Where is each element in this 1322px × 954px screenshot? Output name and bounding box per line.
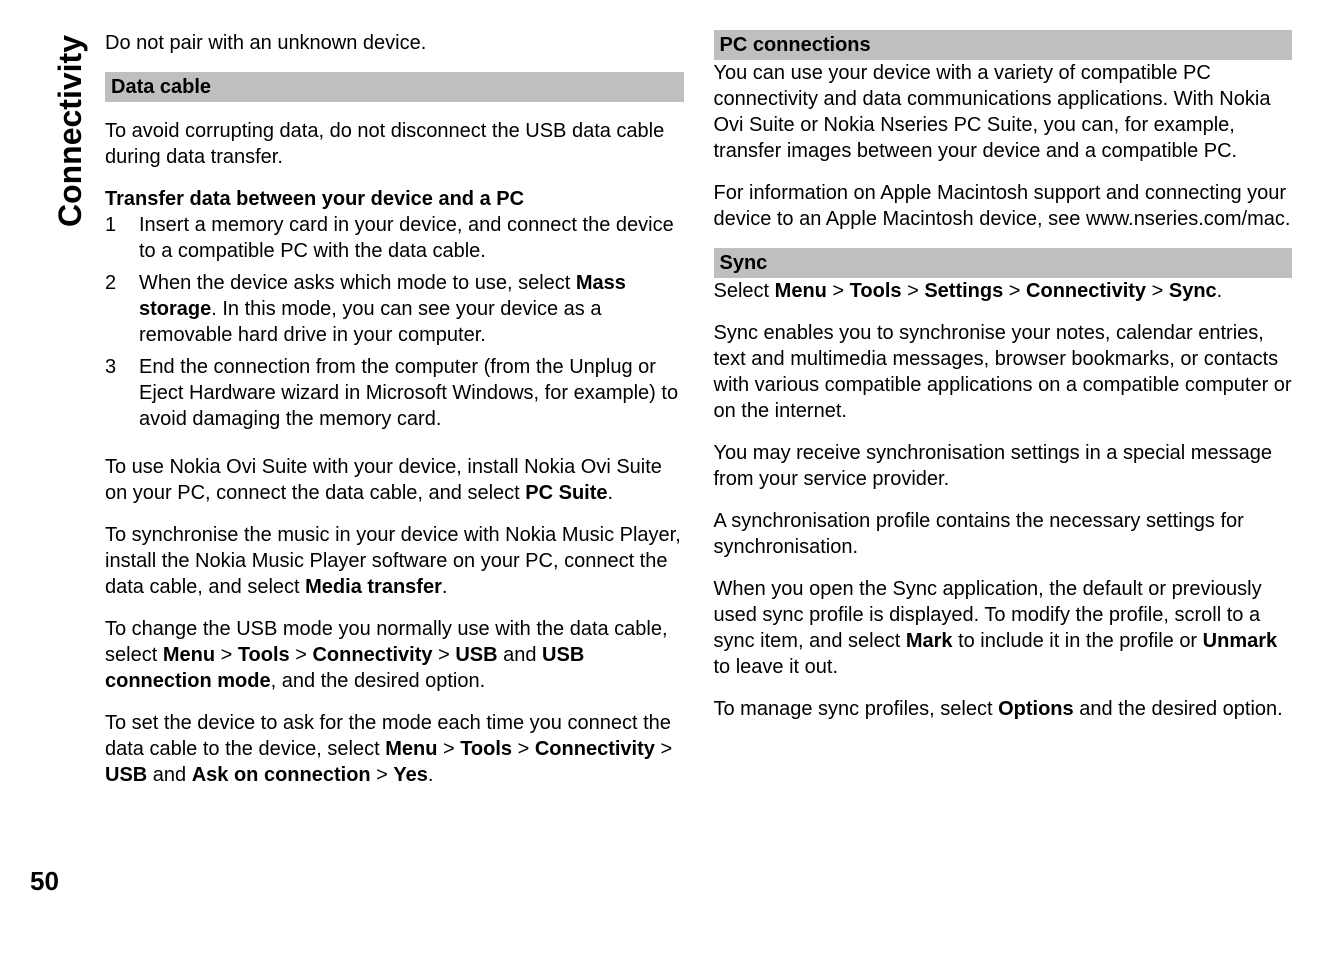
text-fragment: > (655, 738, 672, 760)
bold-term: Sync (1169, 280, 1217, 302)
sync-p5: When you open the Sync application, the … (714, 576, 1293, 680)
step-item: 2 When the device asks which mode to use… (105, 270, 684, 348)
pc-connections-p1: You can use your device with a variety o… (714, 60, 1293, 164)
step-number: 1 (105, 212, 119, 264)
text-fragment: > (1146, 280, 1169, 302)
data-cable-p5: To set the device to ask for the mode ea… (105, 710, 684, 788)
section-side-label-text: Connectivity (50, 35, 92, 227)
bold-term: Settings (924, 280, 1003, 302)
page-number: 50 (30, 865, 59, 899)
bold-term: Ask on connection (192, 764, 371, 786)
text-fragment: > (512, 738, 535, 760)
heading-data-cable: Data cable (105, 72, 684, 102)
text-fragment: > (215, 644, 238, 666)
text-fragment: > (371, 764, 394, 786)
text-fragment: > (827, 280, 850, 302)
bold-term: Unmark (1203, 630, 1277, 652)
bold-term: Connectivity (312, 644, 432, 666)
bold-term: Tools (850, 280, 902, 302)
bold-term: Menu (163, 644, 215, 666)
step-number: 2 (105, 270, 119, 348)
steps-list: 1 Insert a memory card in your device, a… (105, 212, 684, 432)
sync-p4: A synchronisation profile contains the n… (714, 508, 1293, 560)
text-fragment: and (498, 644, 542, 666)
text-fragment: > (290, 644, 313, 666)
data-cable-p4: To change the USB mode you normally use … (105, 616, 684, 694)
step-item: 1 Insert a memory card in your device, a… (105, 212, 684, 264)
step-text: When the device asks which mode to use, … (139, 270, 684, 348)
data-cable-p2: To use Nokia Ovi Suite with your device,… (105, 454, 684, 506)
bold-term: Media transfer (305, 576, 442, 598)
intro-text: Do not pair with an unknown device. (105, 30, 684, 56)
bold-term: PC Suite (525, 482, 607, 504)
sync-p6: To manage sync profiles, select Options … (714, 696, 1293, 722)
sync-p1: Select Menu > Tools > Settings > Connect… (714, 278, 1293, 304)
text-fragment: > (433, 644, 456, 666)
sync-p3: You may receive synchronisation settings… (714, 440, 1293, 492)
text-fragment: to leave it out. (714, 656, 839, 678)
bold-term: Yes (393, 764, 427, 786)
text-fragment: , and the desired option. (271, 670, 486, 692)
heading-pc-connections: PC connections (714, 30, 1293, 60)
sub-heading-transfer: Transfer data between your device and a … (105, 186, 684, 212)
pc-connections-p2: For information on Apple Macintosh suppo… (714, 180, 1293, 232)
text-fragment: > (437, 738, 460, 760)
section-side-label: Connectivity (50, 0, 92, 35)
bold-term: Mark (906, 630, 953, 652)
text-fragment: and the desired option. (1074, 698, 1283, 720)
text-fragment: When the device asks which mode to use, … (139, 272, 576, 294)
bold-term: Menu (775, 280, 827, 302)
text-fragment: and (147, 764, 191, 786)
step-text: Insert a memory card in your device, and… (139, 212, 684, 264)
bold-term: USB (105, 764, 147, 786)
text-fragment: . (608, 482, 614, 504)
right-column: PC connections You can use your device w… (714, 30, 1293, 788)
text-fragment: . (428, 764, 434, 786)
bold-term: Connectivity (1026, 280, 1146, 302)
data-cable-p3: To synchronise the music in your device … (105, 522, 684, 600)
pc-connections-block: PC connections You can use your device w… (714, 30, 1293, 232)
bold-term: USB (455, 644, 497, 666)
step-text: End the connection from the computer (fr… (139, 354, 684, 432)
data-cable-p1: To avoid corrupting data, do not disconn… (105, 118, 684, 170)
step-number: 3 (105, 354, 119, 432)
text-fragment: To manage sync profiles, select (714, 698, 999, 720)
text-fragment: Select (714, 280, 775, 302)
left-column: Do not pair with an unknown device. Data… (105, 30, 684, 788)
heading-sync: Sync (714, 248, 1293, 278)
bold-term: Tools (460, 738, 512, 760)
text-fragment: > (1003, 280, 1026, 302)
text-fragment: > (902, 280, 925, 302)
text-fragment: to include it in the profile or (953, 630, 1203, 652)
bold-term: Menu (385, 738, 437, 760)
bold-term: Connectivity (535, 738, 655, 760)
bold-term: Options (998, 698, 1074, 720)
sync-p2: Sync enables you to synchronise your not… (714, 320, 1293, 424)
text-fragment: . (442, 576, 448, 598)
data-cable-steps-block: Transfer data between your device and a … (105, 186, 684, 438)
text-fragment: . (1217, 280, 1223, 302)
bold-term: Tools (238, 644, 290, 666)
page-columns: Do not pair with an unknown device. Data… (105, 30, 1292, 788)
step-item: 3 End the connection from the computer (… (105, 354, 684, 432)
